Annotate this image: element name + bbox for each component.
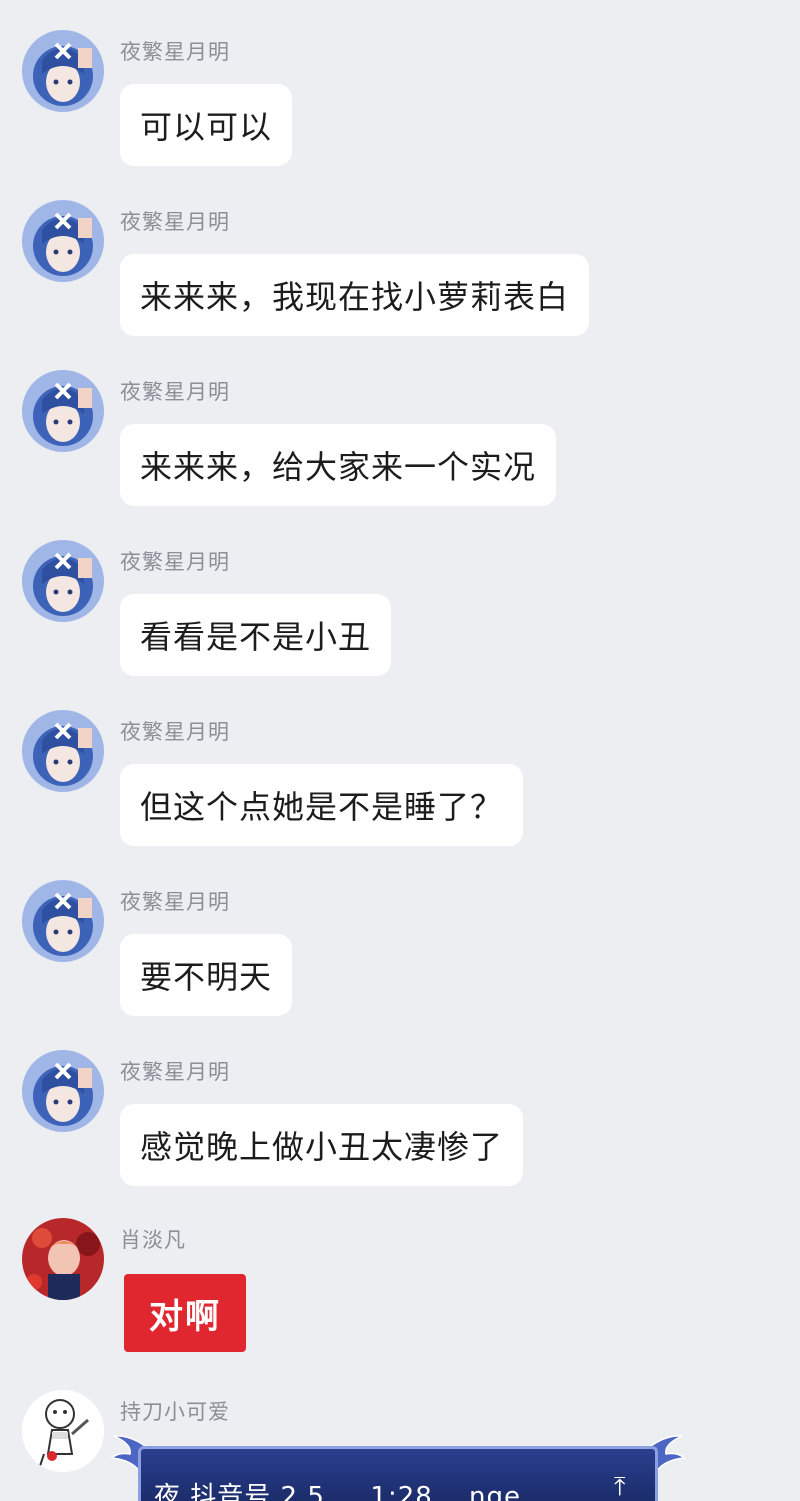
pin-top-icon[interactable]: ⤒ xyxy=(614,1472,626,1501)
sticker-message[interactable]: 对啊 xyxy=(124,1274,246,1352)
anime-girl-avatar-icon xyxy=(22,710,104,792)
avatar[interactable] xyxy=(22,1050,104,1132)
sender-name: 夜繁星月明 xyxy=(120,550,230,574)
message-bubble[interactable]: 可以可以 xyxy=(120,84,293,166)
anime-girl-avatar-icon xyxy=(22,370,104,452)
anime-girl-avatar-icon xyxy=(22,540,104,622)
avatar[interactable] xyxy=(22,30,104,112)
sender-name: 夜繁星月明 xyxy=(120,720,230,744)
chat-area[interactable]: 夜繁星月明 可以可以 夜繁星月明 来来来，我现在找小萝莉表白 夜繁星月明 来来来… xyxy=(0,0,800,1501)
banner-text: 夜 抖音号 2.5 … 1:28 …nge xyxy=(154,1482,522,1501)
sender-name: 夜繁星月明 xyxy=(120,40,230,64)
sender-name: 夜繁星月明 xyxy=(120,1060,230,1084)
sender-name: 夜繁星月明 xyxy=(120,890,230,914)
anime-girl-red-avatar-icon xyxy=(22,1218,104,1300)
avatar[interactable] xyxy=(22,540,104,622)
cartoon-knife-figure-avatar-icon xyxy=(22,1390,104,1472)
avatar[interactable] xyxy=(22,200,104,282)
anime-girl-avatar-icon xyxy=(22,200,104,282)
anime-girl-avatar-icon xyxy=(22,30,104,112)
avatar[interactable] xyxy=(22,1218,104,1300)
avatar[interactable] xyxy=(22,1390,104,1472)
anime-girl-avatar-icon xyxy=(22,1050,104,1132)
message-bubble[interactable]: 来来来，我现在找小萝莉表白 xyxy=(120,254,590,336)
avatar[interactable] xyxy=(22,880,104,962)
sender-name: 持刀小可爱 xyxy=(120,1400,230,1424)
sender-name: 肖淡凡 xyxy=(120,1228,186,1252)
message-bubble[interactable]: 感觉晚上做小丑太凄惨了 xyxy=(120,1104,524,1186)
sender-name: 夜繁星月明 xyxy=(120,210,230,234)
message-bubble[interactable]: 看看是不是小丑 xyxy=(120,594,392,676)
message-card-banner[interactable]: 夜 抖音号 2.5 … 1:28 …nge ⤒ xyxy=(110,1428,686,1501)
sender-name: 夜繁星月明 xyxy=(120,380,230,404)
message-bubble[interactable]: 但这个点她是不是睡了？ xyxy=(120,764,524,846)
message-bubble[interactable]: 来来来，给大家来一个实况 xyxy=(120,424,557,506)
anime-girl-avatar-icon xyxy=(22,880,104,962)
message-bubble[interactable]: 要不明天 xyxy=(120,934,293,1016)
avatar[interactable] xyxy=(22,370,104,452)
avatar[interactable] xyxy=(22,710,104,792)
